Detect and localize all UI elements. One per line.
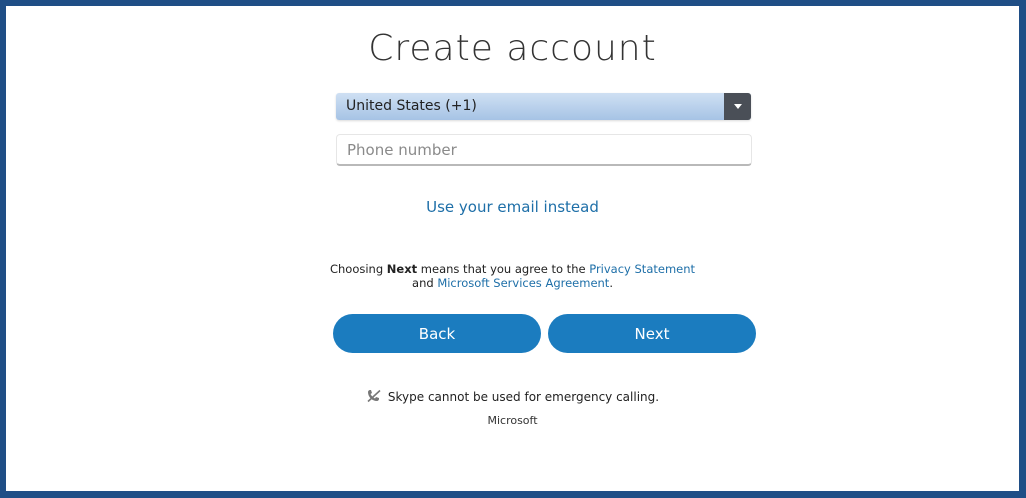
country-code-select[interactable]: United States (+1) [336,93,751,120]
agreement-prefix: Choosing [329,262,387,276]
agreement-middle: means that you agree to the [417,262,590,276]
microsoft-brand: Microsoft [487,414,538,427]
no-phone-icon [367,389,381,403]
next-button[interactable]: Next [548,314,756,353]
emergency-notice-text: Skype cannot be used for emergency calli… [387,390,660,404]
page-title: Create account [368,28,657,69]
chevron-down-icon [724,93,751,120]
privacy-statement-link[interactable]: Privacy Statement [589,262,695,276]
agreement-suffix: . [609,276,613,290]
back-button[interactable]: Back [333,314,541,353]
use-email-link[interactable]: Use your email instead [6,198,1019,216]
phone-number-input[interactable] [336,134,752,166]
agreement-and: and [412,276,438,290]
agreement-bold-next: Next [386,262,418,276]
country-select-value: United States (+1) [346,98,477,114]
services-agreement-link[interactable]: Microsoft Services Agreement [437,276,609,290]
agreement-text: Choosing Next means that you agree to th… [6,262,1019,290]
emergency-notice: Skype cannot be used for emergency calli… [6,389,1019,404]
signup-dialog: Create account United States (+1) Use yo… [6,6,1019,491]
